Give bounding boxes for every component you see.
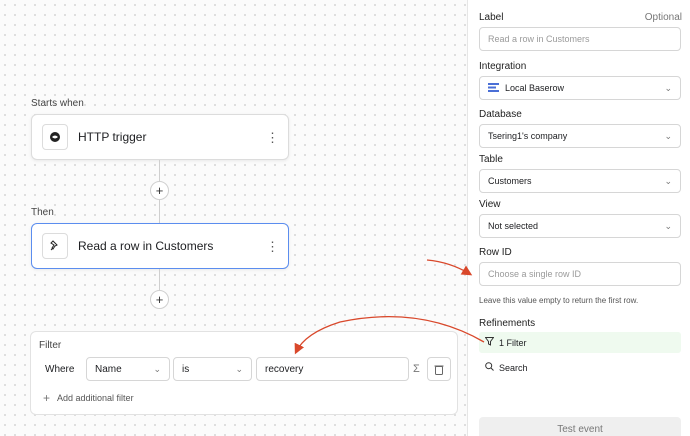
database-select[interactable]: Tsering1's company ⌄ — [479, 124, 681, 148]
refinement-search-label: Search — [499, 362, 528, 373]
refinement-search-button[interactable]: Search — [479, 357, 681, 378]
label-field-label: Label — [479, 12, 504, 23]
integration-label: Integration — [479, 61, 527, 72]
add-step-button[interactable]: + — [150, 181, 169, 200]
chevron-down-icon: ⌄ — [235, 363, 243, 374]
filter-icon — [484, 336, 495, 349]
label-input-placeholder: Read a row in Customers — [488, 34, 590, 44]
delete-filter-button[interactable] — [427, 357, 451, 381]
filter-panel: Filter Where Name ⌄ is ⌄ recovery Σ + Ad… — [30, 331, 458, 415]
database-label: Database — [479, 109, 522, 120]
baserow-icon — [488, 82, 499, 94]
integration-select[interactable]: Local Baserow ⌄ — [479, 76, 681, 100]
row-id-placeholder: Choose a single row ID — [488, 269, 582, 279]
action-node-menu-icon[interactable]: ⋮ — [266, 240, 279, 253]
row-id-label: Row ID — [479, 247, 512, 258]
connector-line — [159, 160, 160, 182]
workflow-canvas: Starts when HTTP trigger ⋮ + Then Read a… — [0, 0, 468, 436]
plus-icon: + — [43, 391, 51, 405]
refinement-filter-button[interactable]: 1 Filter — [479, 332, 681, 353]
filter-value-text: recovery — [265, 363, 304, 375]
trigger-node-menu-icon[interactable]: ⋮ — [266, 131, 279, 144]
filter-field-value: Name — [95, 363, 122, 375]
trigger-node-title: HTTP trigger — [78, 130, 147, 144]
table-select[interactable]: Customers ⌄ — [479, 169, 681, 193]
settings-sidebar: Label Optional Read a row in Customers I… — [469, 0, 690, 436]
globe-icon — [42, 124, 68, 150]
view-select[interactable]: Not selected ⌄ — [479, 214, 681, 238]
row-id-input[interactable]: Choose a single row ID — [479, 262, 681, 286]
action-node-title: Read a row in Customers — [78, 239, 214, 253]
refinements-label: Refinements — [479, 318, 536, 329]
table-label: Table — [479, 154, 503, 165]
connector-line — [159, 200, 160, 224]
refinement-filter-label: 1 Filter — [499, 337, 527, 348]
chevron-down-icon: ⌄ — [664, 175, 672, 186]
filter-field-select[interactable]: Name ⌄ — [86, 357, 170, 381]
optional-label: Optional — [644, 12, 682, 23]
search-icon — [485, 361, 494, 374]
chevron-down-icon: ⌄ — [153, 363, 161, 374]
connector-line — [159, 269, 160, 291]
then-label: Then — [31, 207, 54, 218]
table-value: Customers — [488, 176, 532, 186]
chevron-down-icon: ⌄ — [664, 130, 672, 141]
starts-when-label: Starts when — [31, 98, 84, 109]
add-filter-button[interactable]: + Add additional filter — [43, 391, 134, 405]
sigma-icon[interactable]: Σ — [413, 363, 420, 375]
test-event-button[interactable]: Test event — [479, 417, 681, 436]
action-node[interactable]: Read a row in Customers ⋮ — [31, 223, 289, 269]
label-input[interactable]: Read a row in Customers — [479, 27, 681, 51]
where-label: Where — [45, 364, 75, 375]
view-value: Not selected — [488, 221, 539, 231]
filter-operator-select[interactable]: is ⌄ — [173, 357, 252, 381]
row-id-help-text: Leave this value empty to return the fir… — [479, 296, 639, 305]
integration-value: Local Baserow — [505, 83, 565, 93]
chevron-down-icon: ⌄ — [664, 220, 672, 231]
pin-icon — [42, 233, 68, 259]
add-filter-label: Add additional filter — [57, 393, 134, 403]
view-label: View — [479, 199, 501, 210]
filter-value-input[interactable]: recovery — [256, 357, 409, 381]
chevron-down-icon: ⌄ — [664, 82, 672, 93]
add-step-button[interactable]: + — [150, 290, 169, 309]
database-value: Tsering1's company — [488, 131, 568, 141]
trigger-node[interactable]: HTTP trigger ⋮ — [31, 114, 289, 160]
filter-title: Filter — [39, 340, 62, 351]
trash-icon — [434, 365, 444, 375]
filter-operator-value: is — [182, 363, 190, 375]
